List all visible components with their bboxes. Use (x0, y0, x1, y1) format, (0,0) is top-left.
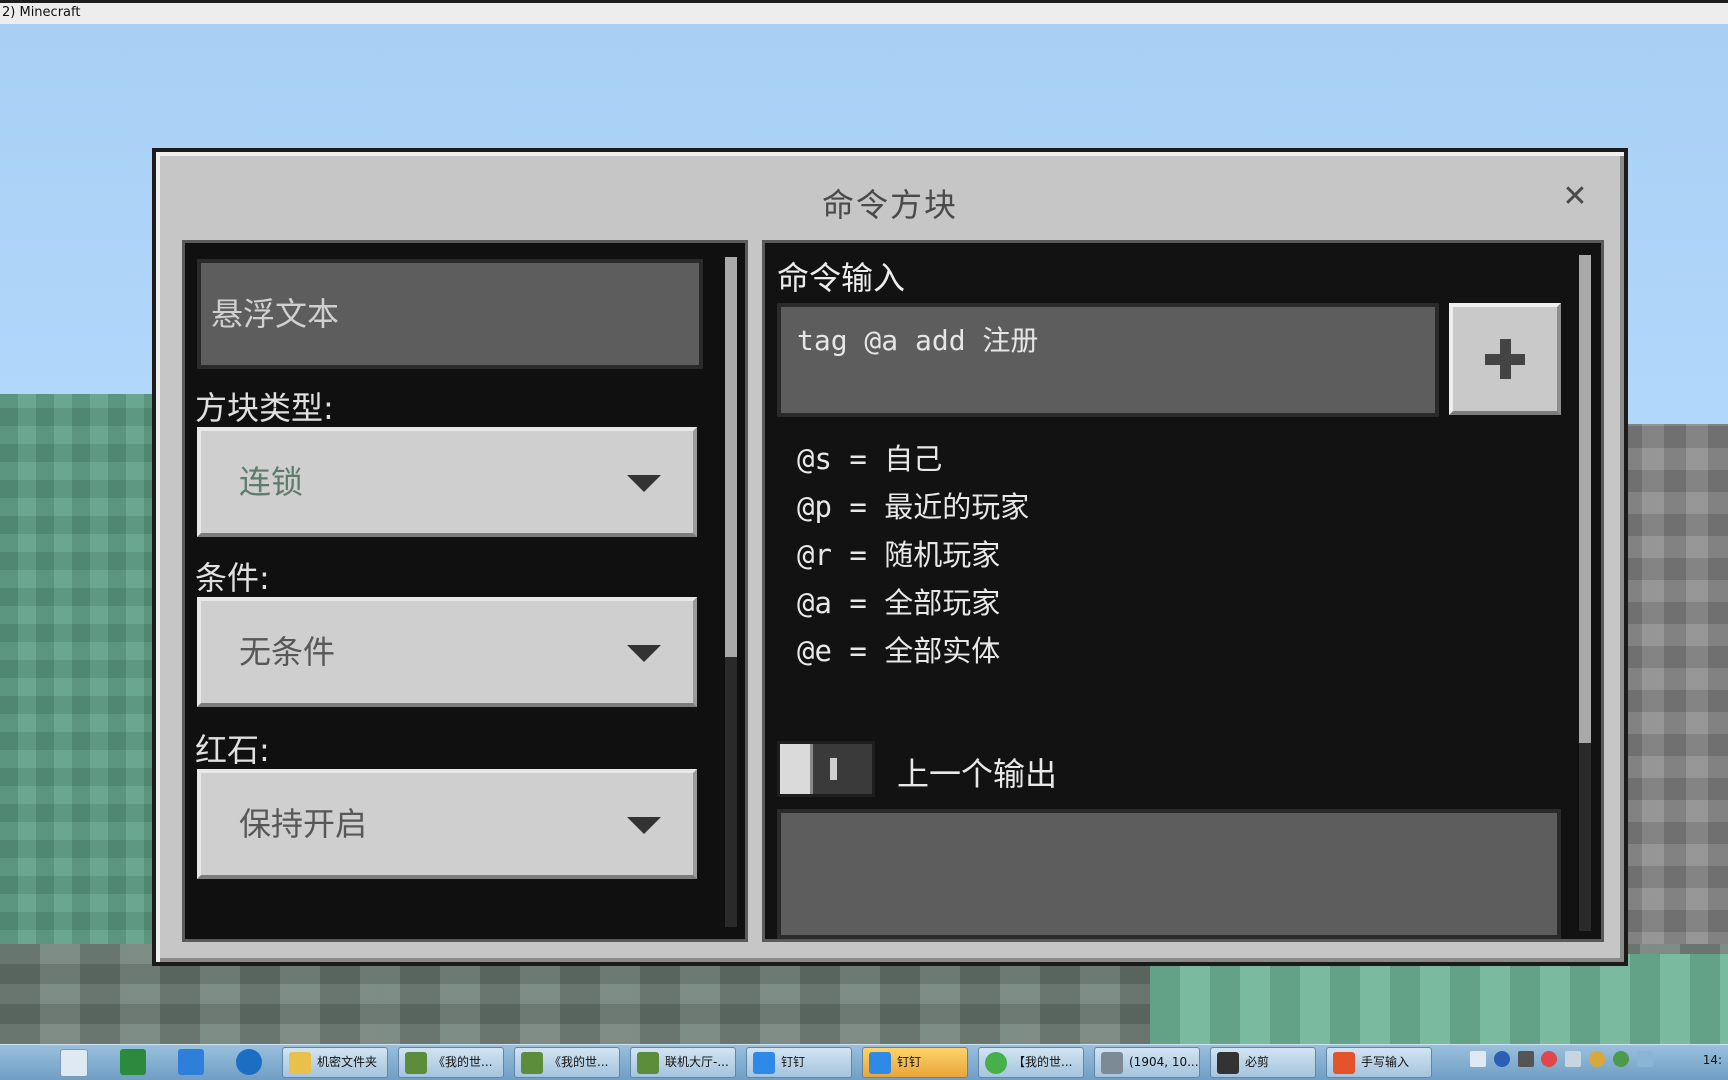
taskbar: 机密文件夹 《我的世... 《我的世... 联机大厅-... 钉钉 钉钉 【我的… (0, 1044, 1728, 1080)
condition-label: 条件: (195, 559, 270, 597)
command-block-dialog: 命令方块 ✕ 悬浮文本 方块类型: 连锁 条件: 无条件 红石: 保持开启 命令… (152, 148, 1628, 966)
selector-help-item: @p = 最近的玩家 (797, 490, 1030, 524)
keyboard-icon[interactable] (1470, 1051, 1486, 1067)
bijian-icon (1217, 1052, 1239, 1074)
right-scrollbar-thumb[interactable] (1579, 255, 1591, 743)
window-title: 2) Minecraft (2, 5, 81, 20)
previous-output-label: 上一个输出 (897, 755, 1058, 793)
excel-icon[interactable] (120, 1049, 146, 1075)
window-titlebar: 2) Minecraft (0, 0, 1728, 24)
dingtalk-icon (753, 1052, 775, 1074)
display-icon[interactable] (1636, 1051, 1653, 1067)
taskbar-app-label: 钉钉 (781, 1055, 806, 1069)
block-type-value: 连锁 (239, 463, 304, 501)
taskbar-app-label: 联机大厅-... (665, 1055, 729, 1069)
taskbar-app-label: 《我的世... (433, 1055, 493, 1069)
taskbar-app[interactable]: 手写输入 (1326, 1047, 1432, 1078)
arrow-icon[interactable] (1517, 1051, 1534, 1067)
taskbar-app-label: 《我的世... (549, 1055, 609, 1069)
k-app-icon[interactable] (236, 1049, 262, 1075)
feishu-icon[interactable] (178, 1049, 204, 1075)
browser-icon (985, 1052, 1007, 1074)
taskbar-app[interactable]: 【我的世... (978, 1047, 1084, 1078)
plus-icon[interactable] (1449, 303, 1561, 415)
game-world-background: 命令方块 ✕ 悬浮文本 方块类型: 连锁 条件: 无条件 红石: 保持开启 命令… (0, 24, 1728, 1044)
condition-value: 无条件 (239, 633, 336, 671)
command-pane: 命令输入 tag @a add 注册 @s = 自己 @p = 最近的玩家 @r… (762, 240, 1604, 942)
block-type-label: 方块类型: (195, 389, 334, 427)
previous-output-toggle[interactable] (777, 741, 875, 797)
block-type-dropdown[interactable]: 连锁 (197, 427, 697, 537)
taskbar-app[interactable]: 《我的世... (514, 1047, 620, 1078)
taskbar-app-active[interactable]: 钉钉 (862, 1047, 968, 1078)
taskbar-app[interactable]: 联机大厅-... (630, 1047, 736, 1078)
volume-icon[interactable] (1565, 1051, 1582, 1067)
taskbar-app-label: 【我的世... (1013, 1055, 1073, 1069)
block-settings-pane: 悬浮文本 方块类型: 连锁 条件: 无条件 红石: 保持开启 (182, 240, 748, 942)
toggle-knob (780, 744, 813, 794)
redstone-label: 红石: (195, 731, 270, 769)
sogou-icon (1333, 1052, 1355, 1074)
condition-dropdown[interactable]: 无条件 (197, 597, 697, 707)
taskbar-app-label: 机密文件夹 (317, 1055, 378, 1069)
previous-output-box (777, 809, 1561, 939)
minecraft-grass-icon (405, 1052, 427, 1074)
taskbar-app-label: 手写输入 (1361, 1055, 1410, 1069)
redstone-value: 保持开启 (239, 805, 368, 843)
clock[interactable]: 14: (1703, 1053, 1722, 1067)
dingtalk-icon (869, 1052, 891, 1074)
selector-help-item: @e = 全部实体 (797, 634, 1001, 668)
minecraft-grass-icon (521, 1052, 543, 1074)
chevron-down-icon (627, 817, 661, 834)
help-icon[interactable] (1493, 1051, 1510, 1067)
dialog-title: 命令方块 (821, 186, 958, 224)
right-scrollbar[interactable] (1579, 255, 1591, 931)
taskbar-app[interactable]: 钉钉 (746, 1047, 852, 1078)
taskbar-app[interactable]: 《我的世... (398, 1047, 504, 1078)
security-icon[interactable] (1612, 1051, 1629, 1067)
left-scrollbar[interactable] (725, 257, 737, 927)
system-tray: 14: (1470, 1051, 1728, 1075)
selector-help-item: @r = 随机玩家 (797, 538, 1001, 572)
taskbar-app[interactable]: 必剪 (1210, 1047, 1316, 1078)
record-icon[interactable] (1541, 1051, 1558, 1067)
minecraft-grass-icon (637, 1052, 659, 1074)
chevron-down-icon (627, 645, 661, 662)
hover-text-input[interactable]: 悬浮文本 (197, 259, 703, 369)
taskbar-app[interactable]: (1904, 10... (1094, 1047, 1200, 1078)
chevron-down-icon (627, 475, 661, 492)
selector-help-list: @s = 自己 @p = 最近的玩家 @r = 随机玩家 @a = 全部玩家 @… (797, 435, 1029, 675)
selector-help-item: @a = 全部玩家 (797, 586, 1001, 620)
taskbar-app-label: 必剪 (1245, 1055, 1270, 1069)
folder-icon (289, 1052, 311, 1074)
toggle-off-mark (830, 758, 837, 780)
command-input[interactable]: tag @a add 注册 (777, 303, 1439, 417)
window-icon (1101, 1052, 1123, 1074)
world-ground-right (1150, 954, 1728, 1044)
command-input-label: 命令输入 (777, 259, 906, 297)
taskbar-app[interactable]: 机密文件夹 (282, 1047, 388, 1078)
taskbar-app-label: 钉钉 (897, 1055, 922, 1069)
calculator-icon[interactable] (60, 1049, 88, 1077)
redstone-dropdown[interactable]: 保持开启 (197, 769, 697, 879)
selector-help-item: @s = 自己 (797, 442, 943, 476)
close-icon[interactable]: ✕ (1560, 182, 1590, 212)
taskbar-app-label: (1904, 10... (1129, 1055, 1199, 1069)
left-scrollbar-thumb[interactable] (725, 257, 737, 657)
network-icon[interactable] (1589, 1051, 1606, 1067)
